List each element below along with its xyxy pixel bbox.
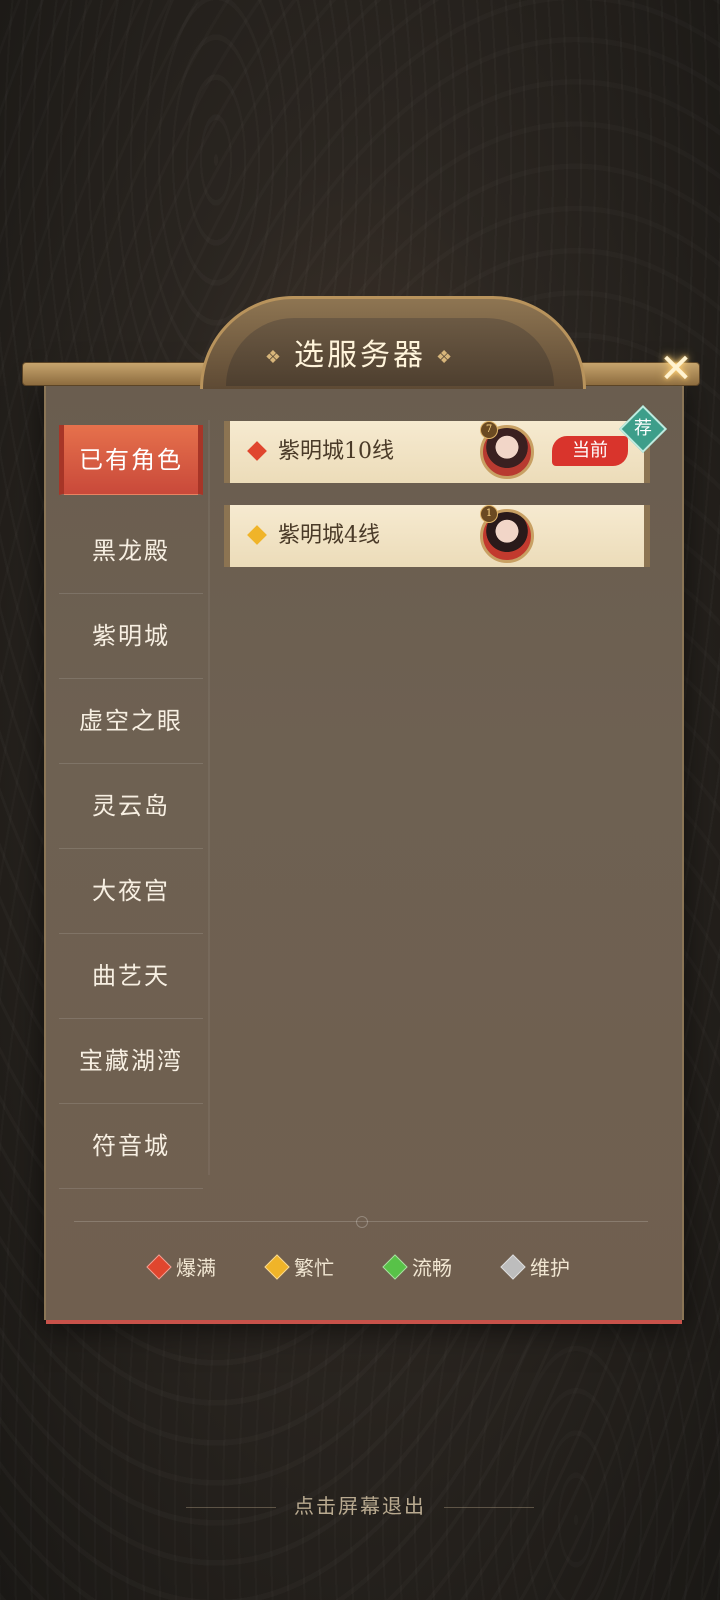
legend-item-busy: 繁忙	[264, 1252, 334, 1281]
diamond-red-icon	[146, 1253, 172, 1280]
close-button[interactable]: ✕	[655, 348, 697, 390]
diamond-yellow-icon	[264, 1253, 290, 1280]
sidebar-item-existing-roles[interactable]: 已有角色	[59, 425, 203, 495]
sidebar-item-zimingcheng[interactable]: 紫明城	[59, 594, 203, 679]
sidebar-item-heilongdian[interactable]: 黑龙殿	[59, 509, 203, 594]
exit-line-left	[186, 1507, 276, 1508]
current-server-badge: 当前	[552, 436, 628, 466]
legend-divider-dot	[356, 1216, 368, 1228]
character-level: 1	[480, 505, 498, 523]
ornament-icon: ❖	[436, 346, 456, 368]
legend-item-smooth: 流畅	[382, 1252, 452, 1281]
server-name: 紫明城4线	[278, 523, 380, 548]
ornament-icon: ❖	[264, 346, 284, 368]
sidebar-item-dayegong[interactable]: 大夜宫	[59, 849, 203, 934]
page-title: ❖ 选服务器 ❖	[0, 330, 720, 374]
sidebar-item-quyitian[interactable]: 曲艺天	[59, 934, 203, 1019]
legend-item-full: 爆满	[146, 1252, 216, 1281]
diamond-green-icon	[382, 1253, 408, 1280]
server-name: 紫明城10线	[278, 439, 394, 464]
page-title-text: 选服务器	[294, 338, 426, 373]
legend-label: 繁忙	[294, 1256, 334, 1280]
exit-hint[interactable]: 点击屏幕退出	[0, 1490, 720, 1519]
sidebar-item-xukongzhiyan[interactable]: 虚空之眼	[59, 679, 203, 764]
server-row[interactable]: 紫明城10线 7 当前	[224, 421, 650, 483]
exit-hint-text: 点击屏幕退出	[294, 1494, 426, 1518]
legend-label: 流畅	[412, 1256, 452, 1280]
sidebar-item-baozanghuwan[interactable]: 宝藏湖湾	[59, 1019, 203, 1104]
status-full-icon	[247, 441, 267, 461]
exit-line-right	[444, 1507, 534, 1508]
server-row[interactable]: 紫明城4线 1	[224, 505, 650, 567]
recommend-badge: 荐	[634, 418, 652, 439]
legend-label: 爆满	[176, 1256, 216, 1280]
status-legend: 爆满 繁忙 流畅 维护	[0, 1252, 720, 1281]
sidebar-divider	[208, 420, 210, 1175]
status-busy-icon	[247, 525, 267, 545]
diamond-gray-icon	[500, 1253, 526, 1280]
sidebar-item-lingyundao[interactable]: 灵云岛	[59, 764, 203, 849]
sidebar-item-fuyincheng[interactable]: 符音城	[59, 1104, 203, 1189]
character-level: 7	[480, 421, 498, 439]
legend-label: 维护	[530, 1256, 570, 1280]
sidebar: 已有角色 黑龙殿 紫明城 虚空之眼 灵云岛 大夜宫 曲艺天 宝藏湖湾 符音城	[59, 425, 203, 1189]
legend-item-maintenance: 维护	[500, 1252, 570, 1281]
